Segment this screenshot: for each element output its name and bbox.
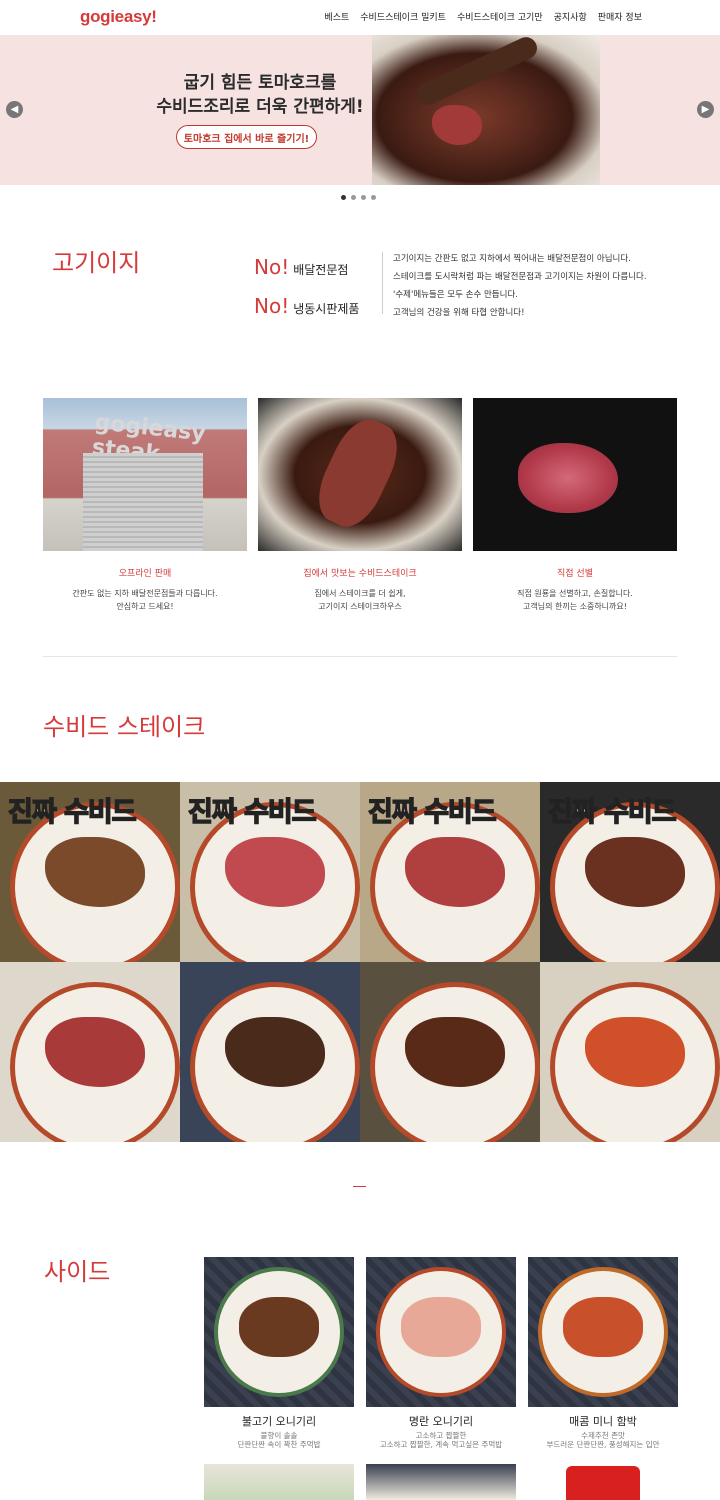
- side-product-card[interactable]: [528, 1464, 678, 1500]
- feature-image-raw-meat: [473, 398, 677, 551]
- side-section-title: 사이드: [44, 1258, 111, 1286]
- shutter-shape: [83, 453, 203, 551]
- feature-desc: 간판도 없는 지하 배달전문점들과 다릅니다. 안심하고 드세요!: [43, 587, 247, 613]
- section-divider: [43, 656, 677, 657]
- hero-tomahawk-image: [372, 35, 600, 185]
- about-line: 고객님의 건강을 위해 타협 안합니다!: [393, 308, 525, 318]
- product-tile-label: 진짜 수비드: [7, 796, 137, 829]
- hero-cta-pill[interactable]: 토마호크 집에서 바로 즐기기!: [176, 125, 317, 149]
- side-product-name: 불고기 오니기리: [241, 1415, 317, 1428]
- feature-desc: 직접 원룡을 선별하고, 손질합니다. 고객님의 한끼는 소중하니까요!: [473, 587, 677, 613]
- no-delivery-text: 배달전문점: [293, 263, 349, 277]
- slider-dot[interactable]: [371, 195, 376, 200]
- nav-mealkit[interactable]: 수비드스테이크 밀키트: [360, 10, 446, 23]
- side-product-name: 명란 오니기리: [408, 1415, 474, 1428]
- side-product-card[interactable]: [204, 1464, 354, 1500]
- nav-seller-info[interactable]: 판매자 정보: [598, 10, 642, 23]
- slider-dots: [341, 195, 376, 200]
- tomahawk-bone-shape: [413, 35, 541, 109]
- product-tile[interactable]: 진짜 수비드: [0, 782, 180, 962]
- main-nav: 베스트 수비드스테이크 밀키트 수비드스테이크 고기만 공지사항 판매자 정보: [324, 10, 642, 23]
- feature-desc: 집에서 스테이크를 더 쉽게, 고기이지 스테이크하우스: [258, 587, 462, 613]
- side-product-card[interactable]: [366, 1464, 516, 1500]
- no-frozen-text: 냉동시판제품: [293, 302, 360, 316]
- about-line: '수제'메뉴들은 모두 손수 만듭니다.: [393, 290, 518, 300]
- steak-shape: [307, 410, 409, 536]
- side-desc-line: 고소하고 짭짤한: [415, 1431, 467, 1440]
- logo[interactable]: gogieasy!: [80, 7, 157, 27]
- feature-desc-line: 고기이지 스테이크하우스: [318, 602, 402, 611]
- side-product-desc: 고소하고 짭짤한 고소하고 짭짤한, 계속 먹고싶은 주먹밥: [366, 1431, 516, 1449]
- product-tile[interactable]: 진짜 수비드: [540, 782, 720, 962]
- product-tile-label: 진짜 수비드: [547, 796, 677, 829]
- raw-steak-shape: [518, 443, 618, 513]
- no-word: No!: [254, 255, 290, 279]
- slider-dot[interactable]: [341, 195, 346, 200]
- onigiri-shape: [401, 1297, 481, 1357]
- feature-desc-line: 집에서 스테이크를 더 쉽게,: [314, 589, 406, 598]
- side-product-desc: 수제추천 존맛 부드러운 단짠단짠, 풍성해지는 입안: [528, 1431, 678, 1449]
- side-product-image: [204, 1257, 354, 1407]
- product-tile[interactable]: 진짜 수비드: [360, 782, 540, 962]
- side-product-image: [366, 1464, 516, 1500]
- hero-headline-line2: 수비드조리로 더욱 간편하게!: [156, 97, 364, 117]
- about-description: 고기이지는 간판도 없고 지하에서 찍어내는 배달전문점이 아닙니다. 스테이크…: [393, 250, 647, 322]
- hero-headline: 굽기 힘든 토마호크를 수비드조리로 더욱 간편하게!: [120, 71, 400, 119]
- steak-cut-shape: [432, 105, 482, 145]
- side-product-card[interactable]: 매콤 미니 함박 수제추천 존맛 부드러운 단짠단짠, 풍성해지는 입안: [528, 1257, 678, 1449]
- product-tile[interactable]: [360, 962, 540, 1142]
- onigiri-shape: [239, 1297, 319, 1357]
- side-product-image: [528, 1257, 678, 1407]
- chevron-left-icon[interactable]: ◀: [6, 101, 23, 118]
- hero-banner[interactable]: 굽기 힘든 토마호크를 수비드조리로 더욱 간편하게! 토마호크 집에서 바로 …: [0, 35, 720, 185]
- product-tile[interactable]: [180, 962, 360, 1142]
- product-tile-label: 진짜 수비드: [367, 796, 497, 829]
- about-title: 고기이지: [52, 249, 141, 277]
- pasta-shape: [563, 1297, 643, 1357]
- site-header: gogieasy! 베스트 수비드스테이크 밀키트 수비드스테이크 고기만 공지…: [0, 0, 720, 35]
- side-desc-line: 단짠단짠 속이 꽉찬 주먹밥: [237, 1440, 321, 1449]
- product-tile[interactable]: [540, 962, 720, 1142]
- side-product-name: 매콤 미니 함박: [569, 1415, 637, 1428]
- chevron-right-icon[interactable]: ▶: [697, 101, 714, 118]
- about-line: 스테이크를 도시락처럼 파는 배달전문점과 고기이지는 차원이 다릅니다.: [393, 272, 647, 282]
- feature-desc-line: 직접 원룡을 선별하고, 손질합니다.: [517, 589, 633, 598]
- product-tile-label: 진짜 수비드: [187, 796, 317, 829]
- side-product-card[interactable]: 불고기 오니기리 불향이 솔솔 단짠단짠 속이 꽉찬 주먹밥: [204, 1257, 354, 1449]
- nav-best[interactable]: 베스트: [324, 10, 349, 23]
- side-desc-line: 수제추천 존맛: [581, 1431, 625, 1440]
- side-product-image: [204, 1464, 354, 1500]
- about-divider: [382, 252, 383, 314]
- feature-desc-line: 고객님의 한끼는 소중하니까요!: [523, 602, 627, 611]
- no-word: No!: [254, 294, 290, 318]
- feature-desc-line: 안심하고 드세요!: [116, 602, 174, 611]
- feature-title: 집에서 맛보는 수비드스테이크: [303, 569, 417, 579]
- section-marker: [353, 1186, 366, 1187]
- about-line: 고기이지는 간판도 없고 지하에서 찍어내는 배달전문점이 아닙니다.: [393, 254, 631, 264]
- sousvide-product-grid: 진짜 수비드 진짜 수비드 진짜 수비드 진짜 수비드: [0, 782, 720, 1142]
- cola-can-shape: [566, 1466, 640, 1500]
- nav-meat-only[interactable]: 수비드스테이크 고기만: [457, 10, 543, 23]
- hero-headline-line1: 굽기 힘든 토마호크를: [183, 73, 337, 93]
- side-product-card[interactable]: 명란 오니기리 고소하고 짭짤한 고소하고 짭짤한, 계속 먹고싶은 주먹밥: [366, 1257, 516, 1449]
- side-desc-line: 불향이 솔솔: [260, 1431, 298, 1440]
- side-desc-line: 부드러운 단짠단짠, 풍성해지는 입안: [546, 1440, 660, 1449]
- slider-dot[interactable]: [361, 195, 366, 200]
- no-frozen-line: No! 냉동시판제품: [254, 294, 359, 318]
- side-product-image: [528, 1464, 678, 1500]
- no-delivery-line: No! 배달전문점: [254, 255, 348, 279]
- product-tile[interactable]: 진짜 수비드: [180, 782, 360, 962]
- feature-image-steak: [258, 398, 462, 551]
- feature-desc-line: 간판도 없는 지하 배달전문점들과 다릅니다.: [72, 589, 218, 598]
- side-desc-line: 고소하고 짭짤한, 계속 먹고싶은 주먹밥: [379, 1440, 503, 1449]
- slider-dot[interactable]: [351, 195, 356, 200]
- sousvide-section-title: 수비드 스테이크: [43, 713, 206, 741]
- feature-title: 직접 선별: [557, 569, 593, 579]
- side-product-desc: 불향이 솔솔 단짠단짠 속이 꽉찬 주먹밥: [204, 1431, 354, 1449]
- nav-notice[interactable]: 공지사항: [554, 10, 587, 23]
- feature-title: 오프라인 판매: [118, 569, 172, 579]
- side-product-image: [366, 1257, 516, 1407]
- feature-image-storefront: gogieasy steak: [43, 398, 247, 551]
- product-tile[interactable]: [0, 962, 180, 1142]
